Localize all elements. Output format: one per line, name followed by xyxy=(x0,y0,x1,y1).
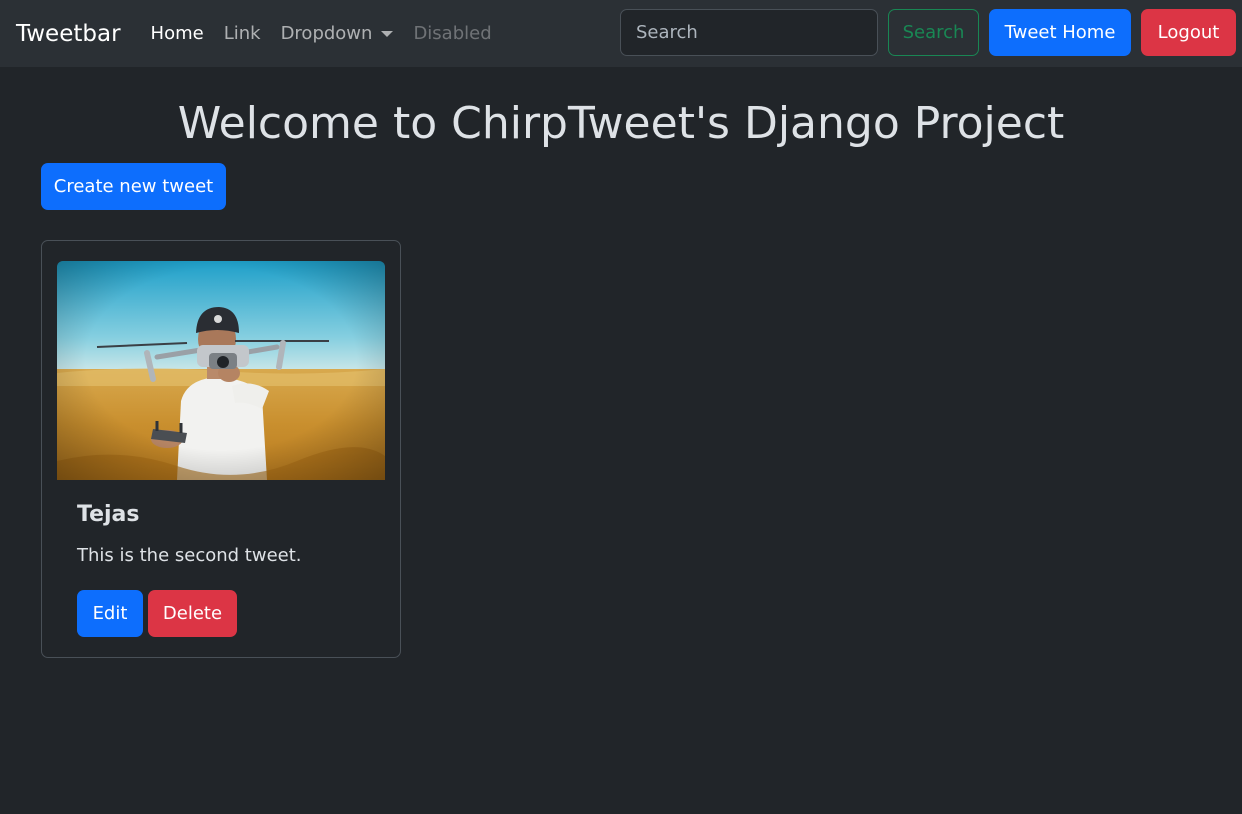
drone-photo xyxy=(57,261,385,480)
nav-dropdown-label: Dropdown xyxy=(280,23,373,44)
logout-button[interactable]: Logout xyxy=(1141,9,1236,56)
caret-down-icon xyxy=(381,30,394,37)
create-tweet-button[interactable]: Create new tweet xyxy=(41,163,226,210)
nav-dropdown[interactable]: Dropdown xyxy=(281,23,394,44)
nav-links: Home Link Dropdown Disabled xyxy=(151,23,512,44)
tweet-text: This is the second tweet. xyxy=(77,545,302,566)
tweet-card: Tejas This is the second tweet. Edit Del… xyxy=(41,240,401,658)
search-input[interactable] xyxy=(620,9,878,56)
search-button[interactable]: Search xyxy=(888,9,979,56)
nav-link-link[interactable]: Link xyxy=(224,23,261,44)
nav-link-disabled: Disabled xyxy=(413,23,492,44)
nav-link-home[interactable]: Home xyxy=(151,23,204,44)
edit-button[interactable]: Edit xyxy=(77,590,143,637)
navbar-brand[interactable]: Tweetbar xyxy=(16,21,121,47)
navbar: Tweetbar Home Link Dropdown Disabled Sea… xyxy=(0,0,1242,67)
tweet-home-button[interactable]: Tweet Home xyxy=(989,9,1131,56)
tweet-author: Tejas xyxy=(77,502,140,527)
tweet-image xyxy=(57,261,385,480)
delete-button[interactable]: Delete xyxy=(148,590,237,637)
page-title: Welcome to ChirpTweet's Django Project xyxy=(177,98,1065,149)
